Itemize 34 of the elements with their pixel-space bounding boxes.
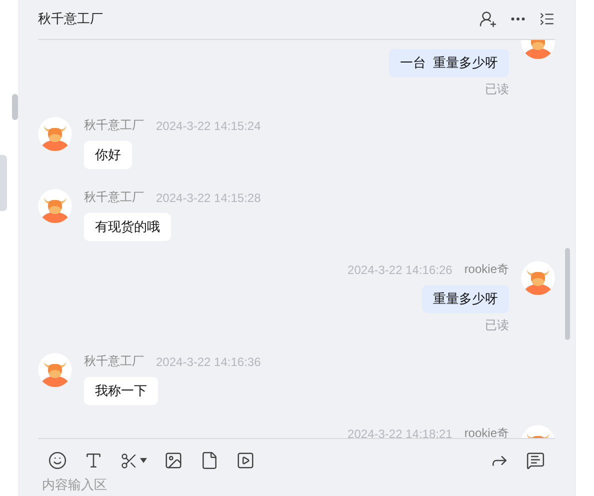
chat-title: 秋千意工厂 — [38, 10, 103, 28]
add-user-icon[interactable] — [479, 10, 497, 28]
bull-avatar-icon — [521, 260, 555, 295]
sender-name: 秋千意工厂 — [84, 117, 144, 134]
message-time: 2024-3-22 14:18:21 — [348, 426, 452, 438]
font-icon[interactable] — [84, 451, 103, 470]
message-time: 2024-3-22 14:15:24 — [156, 118, 261, 133]
message-bubble: 重量多少呀 — [422, 284, 509, 313]
read-status: 已读 — [485, 80, 509, 97]
read-status: 已读 — [485, 316, 509, 333]
bull-avatar-icon — [38, 188, 72, 223]
message-input[interactable]: 内容输入区 — [38, 476, 555, 496]
message-bubble: 有现货的哦 — [84, 212, 171, 241]
scrollbar-thumb[interactable] — [12, 94, 18, 120]
video-icon[interactable] — [236, 451, 255, 470]
message-time: 2024-3-22 14:16:26 — [348, 262, 452, 277]
sender-name: rookie奇 — [464, 425, 509, 438]
message-time: 2024-3-22 14:16:36 — [156, 354, 261, 369]
screenshot-tool-icon[interactable] — [120, 452, 147, 470]
sender-name: 秋千意工厂 — [84, 189, 144, 206]
chat-history-icon[interactable] — [526, 451, 545, 470]
bull-avatar-icon — [38, 352, 72, 387]
message-time: 2024-3-22 14:15:28 — [156, 190, 261, 205]
message-bubble: 我称一下 — [84, 376, 158, 405]
scrollbar-thumb[interactable] — [565, 248, 570, 340]
message-bubble: 一台 重量多少呀 — [388, 48, 509, 77]
file-icon[interactable] — [200, 451, 219, 470]
emoji-icon[interactable] — [48, 451, 67, 470]
sender-name: rookie奇 — [464, 261, 509, 278]
list-icon[interactable] — [539, 11, 555, 28]
bull-avatar-icon — [38, 116, 72, 151]
image-icon[interactable] — [164, 451, 183, 470]
message-bubble: 你好 — [84, 140, 132, 169]
sender-name: 秋千意工厂 — [84, 353, 144, 370]
